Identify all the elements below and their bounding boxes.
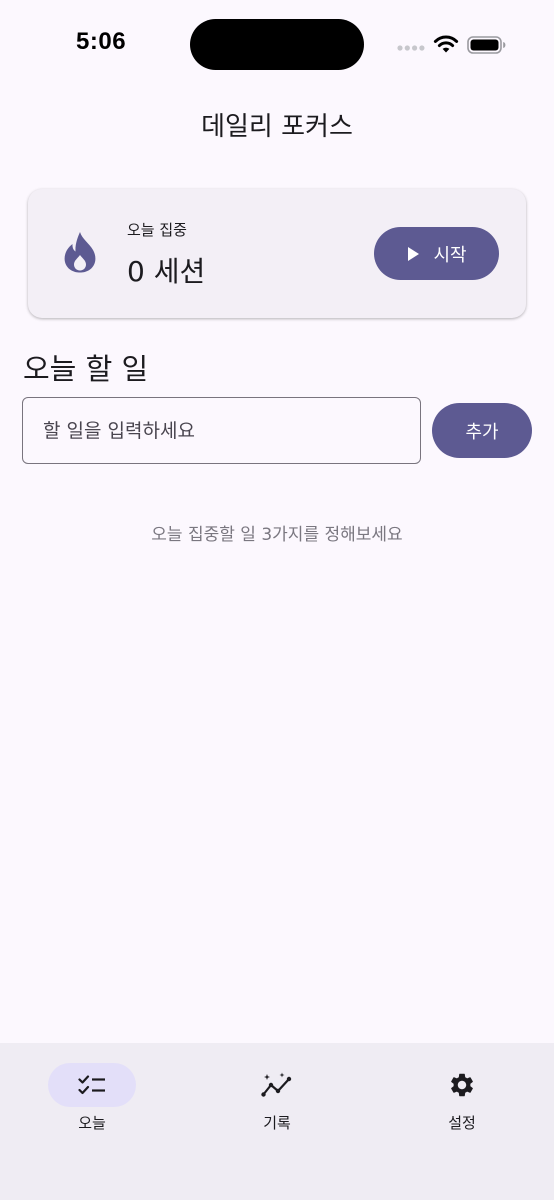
nav-label-today: 오늘 xyxy=(78,1114,106,1132)
gear-icon xyxy=(451,1073,473,1097)
start-focus-button[interactable]: 시작 xyxy=(374,227,499,280)
status-bar: 5:06 xyxy=(0,0,554,92)
insights-icon xyxy=(261,1072,292,1097)
tasks-section-title: 오늘 할 일 xyxy=(23,352,149,386)
task-input[interactable] xyxy=(22,397,421,464)
cellular-signal-icon xyxy=(397,45,425,51)
nav-active-indicator xyxy=(48,1063,136,1107)
add-task-button[interactable]: 추가 xyxy=(432,403,532,458)
nav-label-history: 기록 xyxy=(263,1114,291,1132)
nav-item-history[interactable]: 기록 xyxy=(217,1063,337,1143)
focus-summary-card: 오늘 집중 0 세션 시작 xyxy=(28,189,526,318)
wifi-icon xyxy=(433,35,459,53)
start-button-label: 시작 xyxy=(433,244,467,266)
nav-label-settings: 설정 xyxy=(448,1114,476,1132)
checklist-icon xyxy=(78,1075,105,1095)
focus-label: 오늘 집중 xyxy=(127,221,187,239)
play-icon xyxy=(408,246,420,261)
focus-session-count: 0 세션 xyxy=(127,255,206,288)
nav-item-settings[interactable]: 설정 xyxy=(402,1063,522,1143)
add-button-label: 추가 xyxy=(465,421,499,443)
nav-item-today[interactable]: 오늘 xyxy=(32,1063,152,1143)
page-title: 데일리 포커스 xyxy=(201,112,353,142)
empty-state-hint: 오늘 집중할 일 3가지를 정해보세요 xyxy=(151,525,403,545)
bottom-navigation: 오늘 기록 설정 xyxy=(0,1043,554,1200)
flame-icon xyxy=(64,232,96,273)
dynamic-island xyxy=(190,19,364,70)
status-time: 5:06 xyxy=(76,28,127,55)
battery-icon xyxy=(467,36,506,54)
